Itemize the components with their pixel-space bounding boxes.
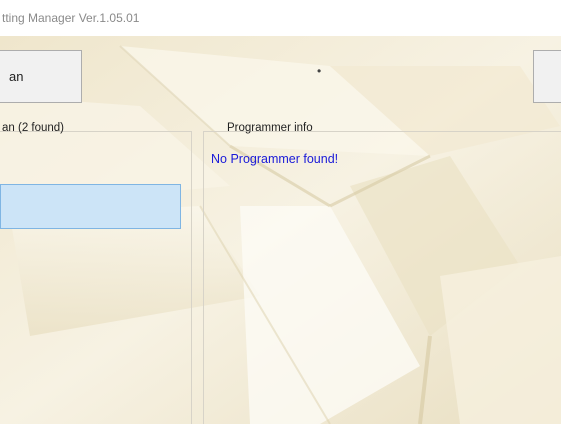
- status-indicator: •: [317, 64, 322, 78]
- programmer-info-group-box: [203, 131, 561, 424]
- main-panel: an • A an (2 found) Programmer info No P…: [0, 36, 561, 424]
- title-bar: tting Manager Ver.1.05.01: [0, 0, 561, 36]
- scan-button[interactable]: an: [0, 50, 82, 103]
- window-title: tting Manager Ver.1.05.01: [2, 11, 140, 25]
- device-list-item-selected[interactable]: [0, 184, 181, 229]
- devices-group-label: an (2 found): [2, 122, 65, 134]
- devices-group-box: [0, 131, 192, 424]
- right-toolbar-button[interactable]: A: [533, 50, 561, 103]
- programmer-status-text: No Programmer found!: [211, 152, 339, 166]
- programmer-info-label: Programmer info: [227, 122, 313, 134]
